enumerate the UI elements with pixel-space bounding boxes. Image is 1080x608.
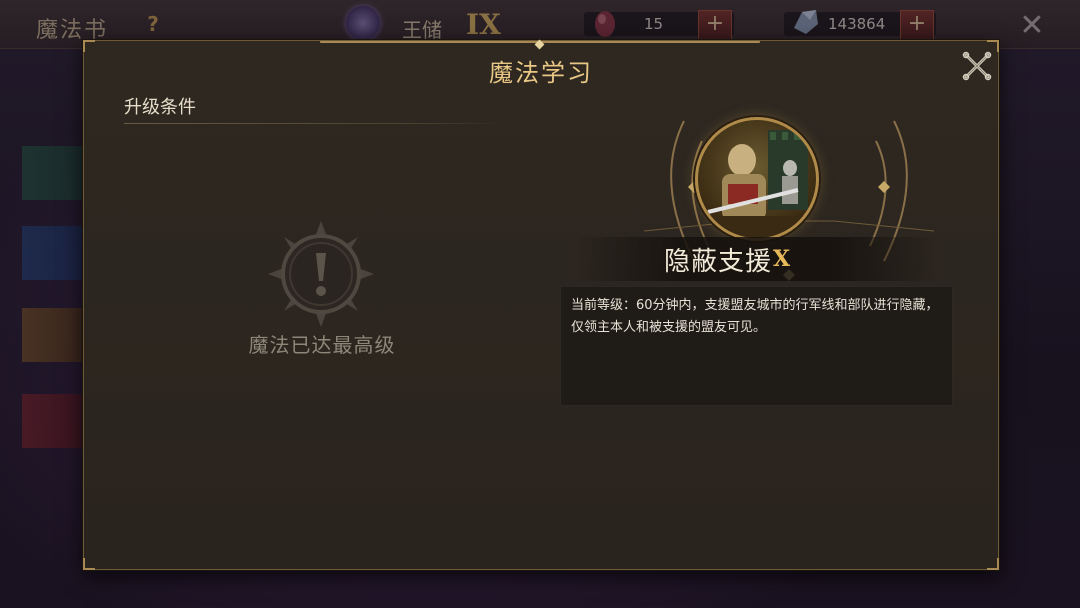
spell-description-box: 当前等级：60分钟内，支援盟友城市的行军线和部队进行隐藏，仅领主本人和被支援的盟… xyxy=(560,286,953,406)
gems-value: 15 xyxy=(644,15,664,33)
book-close-icon[interactable]: ✕ xyxy=(1018,11,1046,41)
upgrade-conditions-heading: 升级条件 xyxy=(124,97,196,118)
rank-numeral: IX xyxy=(466,8,501,41)
stone-value: 143864 xyxy=(828,15,886,33)
side-tab-2[interactable] xyxy=(22,226,82,280)
side-tab-1[interactable] xyxy=(22,146,82,200)
section-divider xyxy=(124,123,504,124)
side-tab-3[interactable] xyxy=(22,308,82,362)
corner-ornament xyxy=(987,558,999,570)
exclamation-sun-icon xyxy=(266,219,376,329)
spell-level: X xyxy=(773,246,791,272)
magic-study-dialog: 魔法学习 升级条件 魔法已达最高级 隐蔽支援 X 当前等级：60分钟内，支援盟友… xyxy=(83,39,999,570)
corner-ornament xyxy=(83,40,95,52)
add-gems-button[interactable]: + xyxy=(698,10,732,40)
dialog-title: 魔法学习 xyxy=(489,59,593,87)
spell-name: 隐蔽支援 xyxy=(664,247,773,277)
corner-ornament xyxy=(987,40,999,52)
gems-resource: 15 + xyxy=(584,10,734,40)
spell-portrait xyxy=(695,117,819,241)
rank-emblem-icon xyxy=(346,6,380,40)
stone-icon xyxy=(792,6,818,40)
stone-resource: 143864 + xyxy=(784,10,936,40)
corner-ornament xyxy=(83,558,95,570)
gem-icon xyxy=(592,6,618,40)
rank-label: 王储 xyxy=(402,18,442,42)
close-icon[interactable] xyxy=(962,51,992,81)
side-tab-4[interactable] xyxy=(22,394,82,448)
max-level-message: 魔法已达最高级 xyxy=(248,333,396,357)
spell-description: 当前等级：60分钟内，支援盟友城市的行军线和部队进行隐藏，仅领主本人和被支援的盟… xyxy=(571,298,939,335)
help-icon[interactable]: ? xyxy=(142,13,164,35)
add-stone-button[interactable]: + xyxy=(900,10,934,40)
